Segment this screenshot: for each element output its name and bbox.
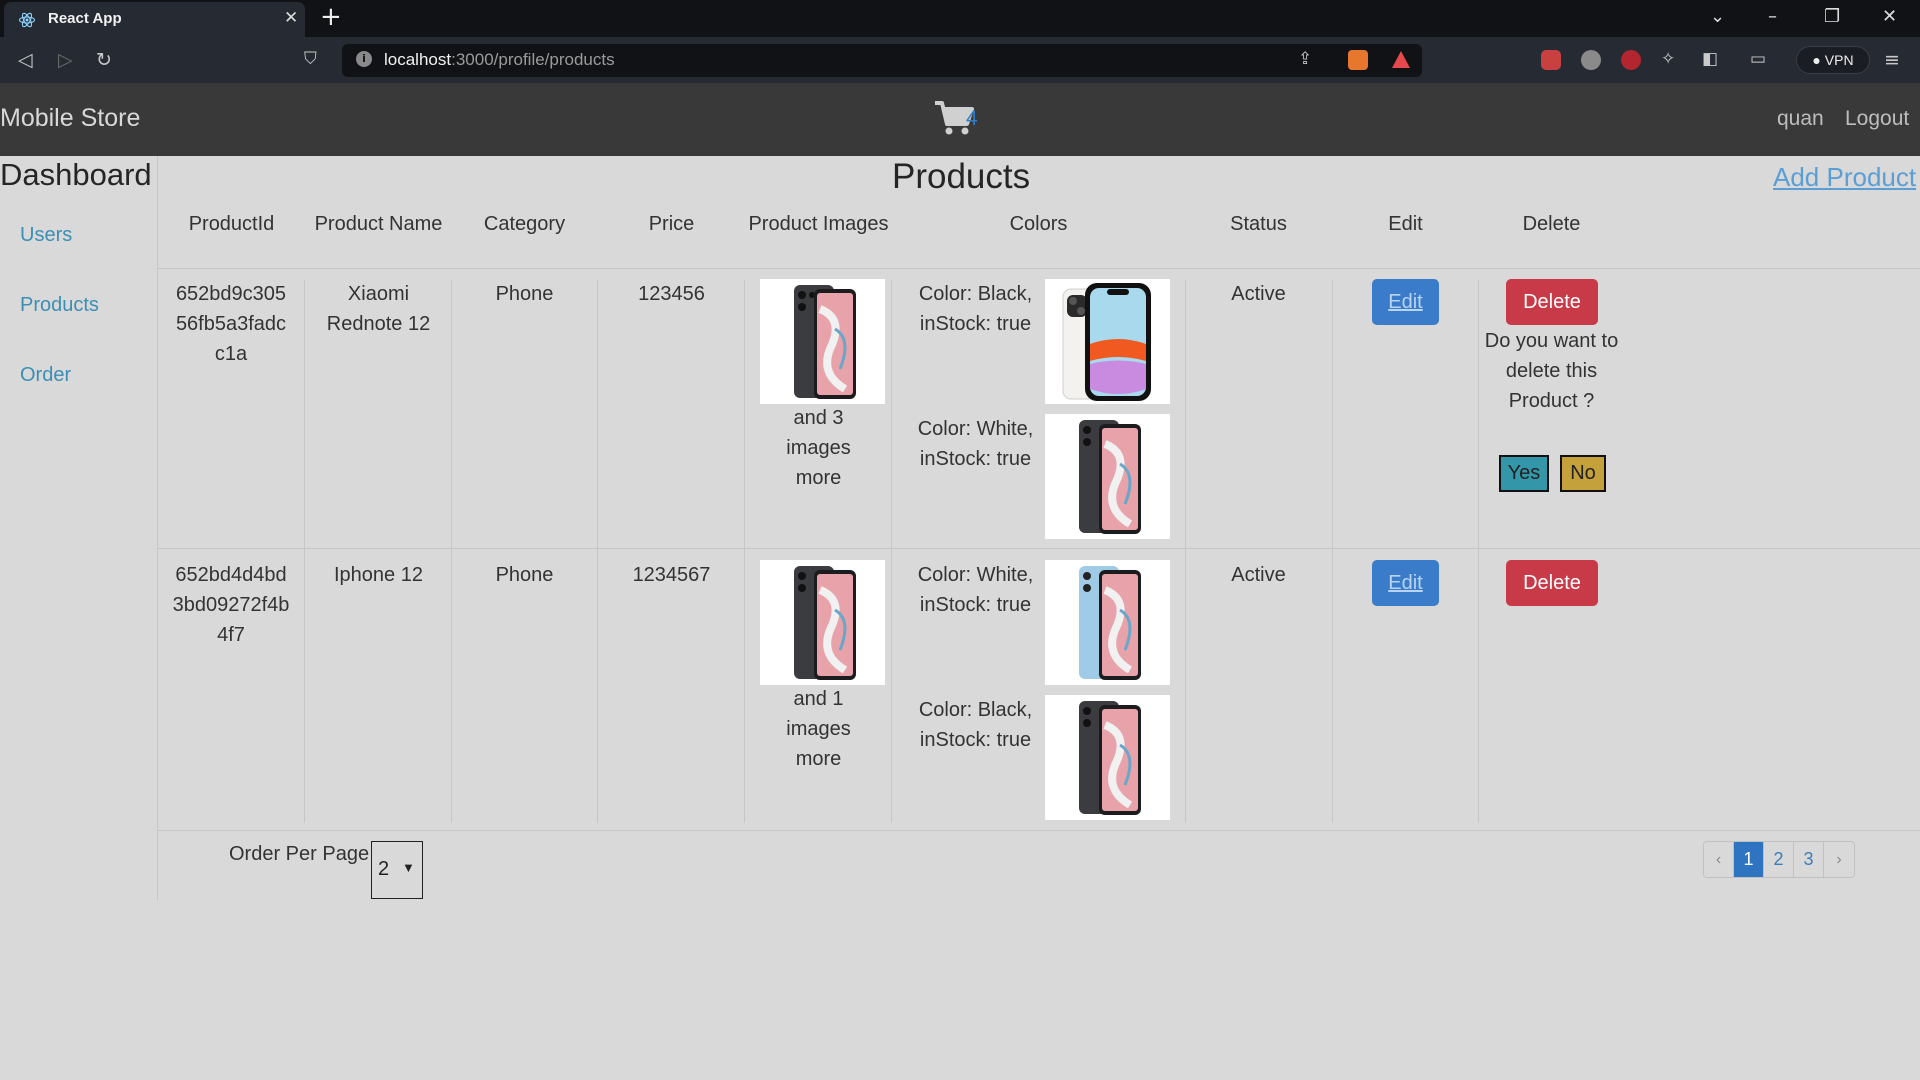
dashboard-title: Dashboard <box>0 157 152 192</box>
sidebar-item-order[interactable]: Order <box>20 364 71 387</box>
new-tab-icon[interactable]: + <box>320 2 342 32</box>
extension-red-icon[interactable] <box>1541 50 1561 70</box>
edit-button[interactable]: Edit <box>1372 279 1439 325</box>
iphone-white-icon <box>1045 279 1170 404</box>
per-page-label: Order Per Page <box>229 843 370 865</box>
redmi-black-icon <box>760 560 885 685</box>
minimize-icon[interactable]: – <box>1768 6 1777 27</box>
close-tab-icon[interactable]: ✕ <box>284 8 298 28</box>
wallet-icon[interactable]: ▭ <box>1750 49 1766 69</box>
product-price: 123456 <box>638 283 705 305</box>
vpn-button[interactable]: ● VPN <box>1796 46 1870 74</box>
react-logo-icon <box>18 12 36 28</box>
column-header-product-name: Product Name <box>314 213 443 235</box>
page-2-button[interactable]: 2 <box>1764 842 1794 877</box>
product-name: Iphone 12 <box>334 564 423 586</box>
tab-list-chevron-icon[interactable]: ⌄ <box>1710 6 1725 27</box>
brand-link[interactable]: Mobile Store <box>0 104 140 133</box>
page-title: Products <box>892 157 1031 196</box>
redmi-black-icon <box>760 279 885 404</box>
menu-icon[interactable]: ≡ <box>1884 49 1900 71</box>
reload-icon[interactable]: ↻ <box>96 49 112 71</box>
browser-tab-bar: React App ✕ + ⌄ – ❐ ✕ <box>0 0 1920 37</box>
edit-button[interactable]: Edit <box>1372 560 1439 606</box>
column-divider <box>1185 280 1186 823</box>
tab-title: React App <box>48 10 122 27</box>
brave-shield-icon[interactable] <box>1348 50 1368 70</box>
column-divider <box>304 280 305 823</box>
column-header-category: Category <box>483 213 566 235</box>
column-header-status: Status <box>1230 213 1287 235</box>
redmi-black-icon <box>1045 695 1170 820</box>
forward-icon[interactable]: ▷ <box>58 49 73 71</box>
page-3-button[interactable]: 3 <box>1794 842 1824 877</box>
color-label: Color: Black, inStock: true <box>918 283 1033 335</box>
product-price: 1234567 <box>632 564 711 586</box>
sidebar-toggle-icon[interactable]: ◧ <box>1702 49 1718 69</box>
site-info-icon[interactable]: i <box>356 51 372 67</box>
cart-count-badge[interactable]: 4 <box>966 107 978 131</box>
product-category: Phone <box>495 564 554 586</box>
column-header-product-images: Product Images <box>748 213 889 235</box>
column-divider <box>1332 280 1333 823</box>
browser-tab[interactable]: React App ✕ <box>4 2 305 37</box>
prev-page-button[interactable]: ‹ <box>1704 842 1734 877</box>
ublock-icon[interactable] <box>1621 50 1641 70</box>
logout-link[interactable]: Logout <box>1845 107 1909 131</box>
brave-rewards-icon[interactable] <box>1391 50 1411 70</box>
restore-icon[interactable]: ❐ <box>1824 6 1840 27</box>
images-more-text: and 1 images more <box>786 688 851 770</box>
column-divider <box>597 280 598 823</box>
column-header-edit: Edit <box>1388 213 1423 235</box>
sidebar <box>0 156 158 900</box>
color-label: Color: White, inStock: true <box>917 564 1034 616</box>
bookmark-icon[interactable]: ⛉ <box>304 49 317 69</box>
product-name: Xiaomi Rednote 12 <box>326 283 431 335</box>
column-header-productid: ProductId <box>188 213 275 235</box>
add-product-link[interactable]: Add Product <box>1773 162 1916 193</box>
share-icon[interactable]: ⇪ <box>1298 49 1312 69</box>
back-icon[interactable]: ◁ <box>18 49 33 71</box>
color-label: Color: White, inStock: true <box>917 418 1034 470</box>
status-text: Active <box>1231 283 1286 305</box>
user-link[interactable]: quan <box>1777 107 1824 131</box>
table-divider <box>158 268 1920 269</box>
per-page-select[interactable]: 2 ▼ <box>371 841 423 899</box>
delete-button[interactable]: Delete <box>1506 560 1598 606</box>
url-text[interactable]: localhost:3000/profile/products <box>384 50 615 70</box>
table-divider <box>158 830 1920 831</box>
redmi-black-icon <box>1045 414 1170 539</box>
chevron-down-icon: ▼ <box>402 860 415 875</box>
product-category: Phone <box>495 283 554 305</box>
product-id: 652bd9c30556fb5a3fadcc1a <box>175 283 287 365</box>
table-divider <box>158 548 1920 549</box>
close-window-icon[interactable]: ✕ <box>1882 6 1897 27</box>
page-1-button[interactable]: 1 <box>1734 842 1764 877</box>
column-divider <box>451 280 452 823</box>
delete-button[interactable]: Delete <box>1506 279 1598 325</box>
redmi-blue-icon <box>1045 560 1170 685</box>
product-id: 652bd4d4bd3bd09272f4b4f7 <box>172 564 290 646</box>
delete-confirm-text: Do you want to delete this Product ? <box>1484 330 1619 412</box>
column-header-price: Price <box>648 213 695 235</box>
images-more-text: and 3 images more <box>786 407 851 489</box>
globe-icon[interactable] <box>1581 50 1601 70</box>
per-page-value: 2 <box>378 858 390 880</box>
column-header-colors: Colors <box>1009 213 1068 235</box>
extensions-icon[interactable]: ✧ <box>1661 49 1675 69</box>
next-page-button[interactable]: › <box>1824 842 1854 877</box>
sidebar-item-users[interactable]: Users <box>20 224 72 247</box>
sidebar-item-products[interactable]: Products <box>20 294 99 317</box>
pagination: ‹ 1 2 3 › <box>1703 841 1855 878</box>
color-label: Color: Black, inStock: true <box>918 699 1033 751</box>
confirm-no-button[interactable]: No <box>1560 455 1606 492</box>
status-text: Active <box>1231 564 1286 586</box>
confirm-yes-button[interactable]: Yes <box>1499 455 1549 492</box>
column-header-delete: Delete <box>1522 213 1581 235</box>
